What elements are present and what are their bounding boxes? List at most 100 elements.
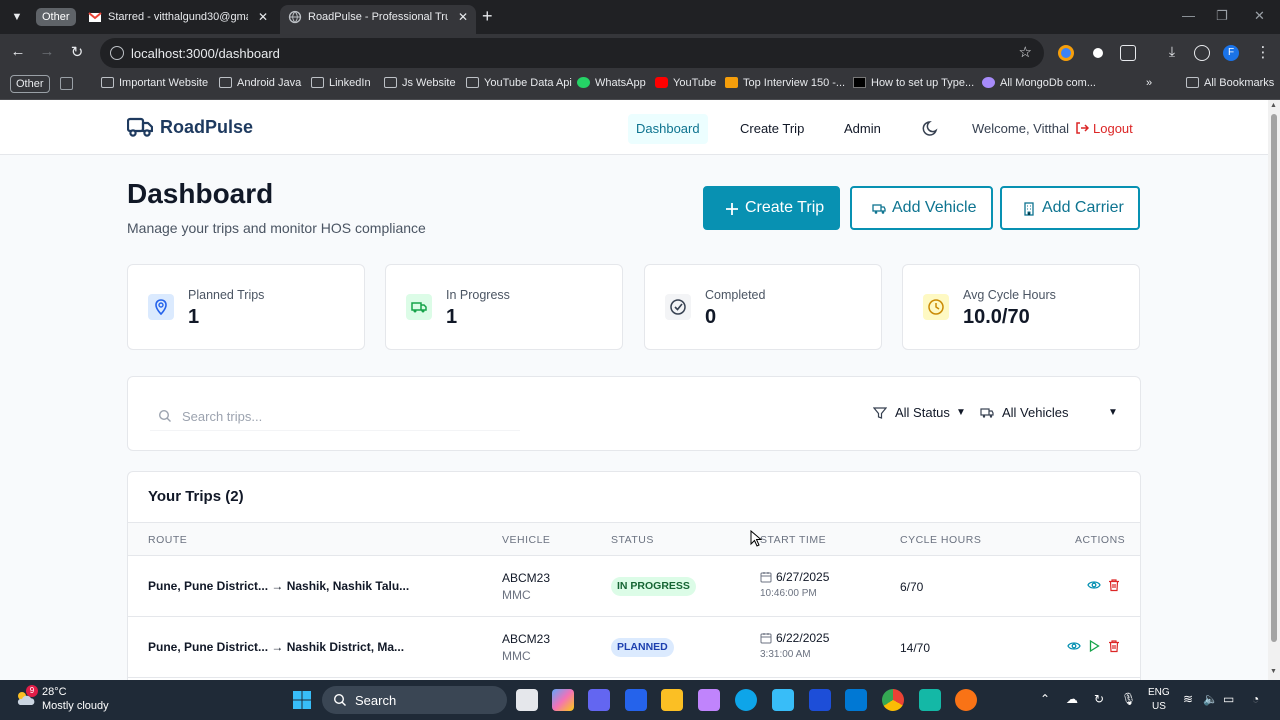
nav-admin[interactable]: Admin [836, 114, 889, 144]
bookmark-item[interactable]: Android Java [219, 76, 301, 90]
sync-icon[interactable] [1194, 45, 1210, 61]
restore-icon[interactable]: ❐ [1216, 8, 1228, 24]
dropbox-icon[interactable] [625, 689, 647, 711]
bookmark-item[interactable]: All MongoDb com... [982, 76, 1096, 90]
site-info-icon[interactable] [110, 46, 124, 60]
vehicle-filter-select[interactable]: All Vehicles ▼ [980, 405, 1120, 425]
chrome-icon[interactable] [882, 689, 904, 711]
download-icon[interactable]: ⤓ [1162, 43, 1182, 60]
store-icon[interactable] [772, 689, 794, 711]
page-scrollbar[interactable]: ▲ ▼ [1268, 100, 1280, 680]
bookmark-item[interactable]: YouTube Data Api [466, 76, 572, 90]
firefox-icon[interactable] [955, 689, 977, 711]
windows-start-icon[interactable] [292, 690, 312, 710]
language-label[interactable]: ENG [1148, 687, 1170, 698]
menu-kebab-icon[interactable]: ⋮ [1253, 43, 1273, 61]
moon-icon[interactable] [922, 119, 940, 137]
bookmark-star-icon[interactable]: ☆ [1019, 43, 1032, 61]
database-icon[interactable] [919, 689, 941, 711]
taskbar-search[interactable]: Search [322, 686, 507, 714]
table-row[interactable]: Pune, Pune District... → Nashik District… [128, 617, 1140, 678]
bookmark-item[interactable]: WhatsApp [577, 76, 646, 90]
new-tab-icon[interactable]: + [482, 6, 493, 26]
status-filter-select[interactable]: All Status ▼ [873, 405, 967, 425]
add-vehicle-button[interactable]: Add Vehicle [850, 186, 993, 230]
task-view-icon[interactable] [516, 689, 538, 711]
battery-icon[interactable]: ▭ [1223, 692, 1234, 706]
bookmark-item[interactable]: Important Website [101, 76, 208, 90]
file-explorer-icon[interactable] [661, 689, 683, 711]
nav-create-trip[interactable]: Create Trip [732, 114, 812, 144]
profile-avatar[interactable]: F [1223, 45, 1239, 61]
bookmark-item[interactable]: Js Website [384, 76, 456, 90]
extension-icon[interactable] [1090, 45, 1106, 61]
apps-grid-icon[interactable] [60, 77, 73, 90]
logout-button[interactable]: Logout [1075, 121, 1133, 136]
forward-icon[interactable]: → [37, 43, 57, 60]
youtube-icon [655, 77, 668, 88]
vscode-icon[interactable] [845, 689, 867, 711]
search-box [150, 401, 520, 431]
microphone-icon[interactable]: 🎙 [1121, 692, 1136, 706]
close-window-icon[interactable]: ✕ [1254, 8, 1265, 24]
stat-label: Completed [705, 288, 766, 302]
view-eye-icon[interactable] [1087, 578, 1101, 592]
app-icon[interactable] [698, 689, 720, 711]
more-bookmarks-icon[interactable]: » [1146, 76, 1152, 90]
weather-temp[interactable]: 28°C [42, 686, 67, 698]
scroll-down-icon[interactable]: ▼ [1270, 668, 1277, 675]
bookmark-group-other[interactable]: Other [10, 75, 50, 93]
vehicle-make: MMC [502, 588, 531, 602]
stat-card-planned: Planned Trips 1 [127, 264, 365, 350]
nav-dashboard[interactable]: Dashboard [628, 114, 708, 144]
weather-condition[interactable]: Mostly cloudy [42, 700, 109, 712]
notification-icon[interactable]: ◔ [1252, 692, 1259, 706]
bookmark-item[interactable]: How to set up Type... [853, 76, 974, 90]
reload-icon[interactable]: ↻ [67, 43, 87, 61]
app-viewport: RoadPulse Dashboard Create Trip Admin We… [0, 100, 1268, 680]
view-eye-icon[interactable] [1067, 639, 1081, 653]
start-play-icon[interactable] [1087, 639, 1101, 653]
minimize-icon[interactable]: — [1182, 8, 1195, 23]
delete-trash-icon[interactable] [1107, 639, 1121, 653]
delete-trash-icon[interactable] [1107, 578, 1121, 592]
truck-icon [872, 204, 886, 214]
sync-icon[interactable]: ↻ [1094, 692, 1104, 706]
folder-icon [101, 77, 114, 88]
bookmark-item[interactable]: YouTube [655, 76, 716, 90]
volume-icon[interactable]: 🔈 [1203, 692, 1218, 706]
tab-roadpulse[interactable]: RoadPulse - Professional Trucking ✕ [280, 5, 476, 34]
back-icon[interactable]: ← [8, 43, 28, 60]
tab-search-dropdown[interactable]: ▼ [8, 8, 26, 26]
wifi-icon[interactable]: ≋ [1183, 692, 1193, 706]
create-trip-button[interactable]: Create Trip [703, 186, 840, 230]
close-tab-icon[interactable]: ✕ [258, 5, 268, 29]
stat-card-completed: Completed 0 [644, 264, 882, 350]
cycle-hours: 6/70 [900, 580, 924, 594]
region-label[interactable]: US [1152, 701, 1166, 712]
address-bar[interactable]: localhost:3000/dashboard ☆ [100, 38, 1044, 68]
teams-icon[interactable] [588, 689, 610, 711]
add-carrier-button[interactable]: Add Carrier [1000, 186, 1140, 230]
tab-gmail[interactable]: Starred - vitthalgund30@gmail.com ✕ [80, 5, 276, 34]
network-off-icon[interactable]: ☁ [1066, 692, 1078, 706]
table-row[interactable]: Pune, Pune District... → Nashik, Nashik … [128, 556, 1140, 617]
tab-group-other[interactable]: Other [36, 8, 76, 26]
tray-overflow-icon[interactable]: ⌃ [1040, 692, 1050, 706]
extensions-puzzle-icon[interactable] [1120, 45, 1136, 61]
extension-icon[interactable] [1058, 45, 1074, 61]
url-text[interactable]: localhost:3000/dashboard [131, 46, 280, 61]
chevron-down-icon: ▼ [1108, 407, 1118, 418]
close-tab-icon[interactable]: ✕ [458, 5, 468, 29]
edge-icon[interactable] [735, 689, 757, 711]
lens-icon[interactable] [809, 689, 831, 711]
column-header: ROUTE [148, 534, 188, 546]
copilot-icon[interactable] [552, 689, 574, 711]
scroll-up-icon[interactable]: ▲ [1270, 102, 1277, 109]
bookmark-item[interactable]: LinkedIn [311, 76, 371, 90]
all-bookmarks[interactable]: All Bookmarks [1186, 76, 1274, 90]
bookmark-item[interactable]: Top Interview 150 -... [725, 76, 845, 90]
search-input[interactable] [182, 405, 512, 427]
logout-icon [1076, 122, 1089, 134]
scrollbar-thumb[interactable] [1271, 114, 1277, 642]
